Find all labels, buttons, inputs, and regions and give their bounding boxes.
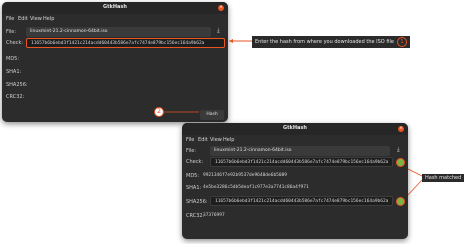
title-bar: GtkHash ×: [182, 123, 408, 135]
check-label: Check:: [6, 40, 24, 46]
gtkhash-window-2: GtkHash × File Edit View Help File: linu…: [182, 123, 408, 239]
menu-view[interactable]: View: [30, 16, 42, 22]
hash-matched-text: Hash matched: [425, 175, 462, 181]
file-label: File:: [186, 148, 197, 154]
menu-bar: File Edit View Help: [2, 14, 228, 25]
file-name: linuxmint-21.2-cinnamon-64bit.iso: [214, 148, 292, 153]
sha256-label: SHA256:: [186, 199, 208, 205]
check-match-icon: [396, 158, 405, 167]
menu-help[interactable]: Help: [43, 16, 54, 22]
md5-value: 9921346f7e92b9537de9640de6b5089: [203, 173, 287, 178]
crc32-label: CRC32:: [6, 94, 25, 100]
title-bar: GtkHash ×: [2, 2, 228, 14]
menu-file[interactable]: File: [6, 16, 14, 22]
hash-button-label: Hash: [206, 112, 218, 117]
gtkhash-window-1: GtkHash × File Edit View Help File: linu…: [2, 2, 228, 122]
download-icon[interactable]: ⤓: [217, 27, 220, 35]
file-chooser-button[interactable]: linuxmint-21.2-cinnamon-64bit.iso: [26, 27, 211, 37]
step1-text: Enter the hash from where you downloaded…: [255, 39, 394, 45]
file-chooser-button[interactable]: linuxmint-21.2-cinnamon-64bit.iso: [210, 146, 390, 156]
window-title: GtkHash: [103, 4, 127, 10]
menu-file[interactable]: File: [186, 137, 194, 143]
step1-annotation: Enter the hash from where you downloaded…: [252, 36, 410, 48]
sha256-output: 11657b6b6ebd3f1421c214acdd60443b586e7afc…: [210, 196, 393, 206]
check-label: Check:: [186, 159, 204, 165]
sha1-value: 4e5be3286c5db5deaf1c977e3a7741c86a4f971: [203, 185, 309, 190]
check-input[interactable]: 11657b6b6ebd3f1421c214acdd60443b586e7afc…: [26, 38, 225, 48]
sha256-match-icon: [396, 197, 405, 206]
check-value: 11657b6b6ebd3f1421c214acdd60443b586e7afc…: [215, 160, 389, 165]
step1-number: 1: [396, 37, 407, 47]
sha1-label: SHA1:: [6, 69, 22, 75]
crc32-value: 37376997: [203, 213, 225, 218]
sha1-output: 4e5be3286c5db5deaf1c977e3a7741c86a4f971: [198, 182, 388, 192]
md5-label: MD5:: [6, 56, 20, 62]
menu-bar: File Edit View Help: [182, 135, 408, 146]
file-name: linuxmint-21.2-cinnamon-64bit.iso: [30, 29, 108, 34]
menu-view[interactable]: View: [210, 137, 222, 143]
file-label: File:: [6, 29, 17, 35]
window-title: GtkHash: [283, 125, 307, 131]
crc32-output: 37376997: [198, 210, 278, 220]
close-icon[interactable]: ×: [218, 5, 224, 11]
menu-help[interactable]: Help: [223, 137, 234, 143]
check-value: 11657b6b6ebd3f1421c214acdd60443b586e7afc…: [31, 41, 205, 46]
md5-output: 9921346f7e92b9537de9640de6b5089: [198, 170, 388, 180]
step2-badge: 2: [154, 107, 164, 117]
check-input[interactable]: 11657b6b6ebd3f1421c214acdd60443b586e7afc…: [210, 157, 393, 167]
sha256-label: SHA256:: [6, 82, 28, 88]
close-icon[interactable]: ×: [398, 126, 404, 132]
sha256-value: 11657b6b6ebd3f1421c214acdd60443b586e7afc…: [215, 199, 389, 204]
download-icon[interactable]: ⤓: [397, 146, 400, 154]
hash-matched-annotation: Hash matched: [422, 174, 465, 182]
menu-edit[interactable]: Edit: [18, 16, 28, 22]
hash-button[interactable]: Hash: [200, 110, 224, 120]
menu-edit[interactable]: Edit: [198, 137, 208, 143]
